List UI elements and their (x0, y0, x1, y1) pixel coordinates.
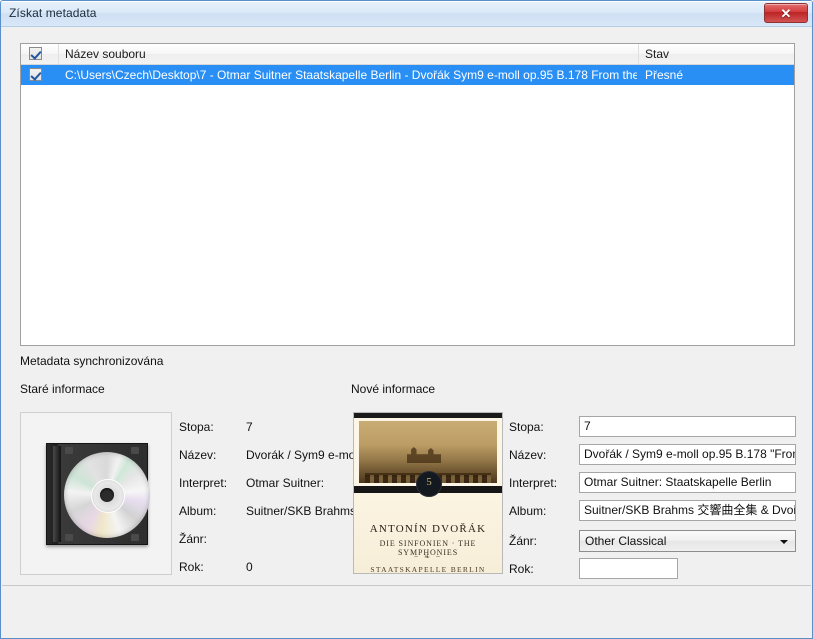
new-label-album: Album: (509, 504, 547, 518)
column-header-filename[interactable]: Název souboru (59, 44, 639, 64)
new-label-title: Název: (509, 448, 547, 462)
sync-status-text: Metadata synchronizována (20, 354, 164, 368)
new-album-art: 5 ANTONÍN DVOŘÁK DIE SINFONIEN · THE SYM… (353, 412, 503, 574)
column-header-status[interactable]: Stav (639, 44, 794, 64)
new-info-section-label: Nové informace (351, 382, 436, 396)
new-year-input[interactable] (579, 558, 678, 579)
old-info-section-label: Staré informace (20, 382, 105, 396)
new-label-track: Stopa: (509, 420, 544, 434)
album-art-composer: ANTONÍN DVOŘÁK (369, 523, 487, 535)
jewel-nub (65, 534, 73, 541)
jewel-nub (131, 534, 139, 541)
old-label-artist: Interpret: (179, 476, 228, 490)
title-bar: Získat metadata ✕ (1, 1, 812, 27)
file-list-rows: C:\Users\Czech\Desktop\7 - Otmar Suitner… (21, 65, 794, 85)
column-header-checkbox[interactable] (21, 44, 59, 64)
album-art-seal: 5 (416, 471, 442, 497)
jewel-nub (65, 447, 73, 454)
dialog-window: Získat metadata ✕ Název souboru Stav C:\… (0, 0, 813, 639)
select-all-checkbox[interactable] (29, 47, 42, 60)
old-label-title: Název: (179, 448, 217, 462)
titlebar-highlight (1, 1, 812, 2)
row-checkbox[interactable] (29, 68, 42, 81)
old-label-track: Stopa: (179, 420, 214, 434)
file-list-panel[interactable]: Název souboru Stav C:\Users\Czech\Deskto… (20, 43, 795, 346)
row-filename: C:\Users\Czech\Desktop\7 - Otmar Suitner… (65, 68, 637, 82)
album-art-performer-orchestra: STAATSKAPELLE BERLIN (370, 565, 486, 574)
new-artist-input[interactable]: Otmar Suitner: Staatskapelle Berlin (579, 472, 796, 493)
footer-bar: Upravit názvy všech souborů Použít Storn… (2, 586, 811, 638)
new-track-input[interactable]: 7 (579, 416, 796, 437)
row-status: Přesné (645, 68, 684, 82)
table-row[interactable]: C:\Users\Czech\Desktop\7 - Otmar Suitner… (21, 65, 794, 85)
old-album-art (20, 412, 172, 575)
album-art-ornament: ~ ❧ ~ (414, 554, 442, 561)
old-label-genre: Žánr: (179, 532, 208, 546)
old-label-album: Album: (179, 504, 217, 518)
new-label-year: Rok: (509, 562, 534, 576)
window-title: Získat metadata (9, 6, 97, 20)
close-button[interactable]: ✕ (764, 3, 808, 23)
new-title-input[interactable]: Dvořák / Sym9 e-moll op.95 B.178 "From t… (579, 444, 796, 465)
close-icon: ✕ (780, 6, 792, 21)
new-album-input[interactable]: Suitner/SKB Brahms 交響曲全集 & Dvořák (579, 500, 796, 521)
album-art-seal-text: 5 (426, 476, 432, 488)
file-list-header: Název souboru Stav (21, 44, 794, 65)
new-genre-selected-value: Other Classical (585, 534, 667, 548)
cd-jewel-case-icon (46, 443, 150, 545)
album-art-text-area: ANTONÍN DVOŘÁK DIE SINFONIEN · THE SYMPH… (354, 493, 502, 573)
old-label-year: Rok: (179, 560, 204, 574)
cd-disc-icon (64, 452, 150, 538)
jewel-spine (53, 446, 61, 542)
new-genre-select[interactable]: Other Classical (579, 530, 796, 552)
new-label-artist: Interpret: (509, 476, 558, 490)
chevron-down-icon (780, 540, 788, 544)
jewel-nub (131, 447, 139, 454)
album-art-top-band (354, 413, 502, 418)
new-label-genre: Žánr: (509, 534, 538, 548)
